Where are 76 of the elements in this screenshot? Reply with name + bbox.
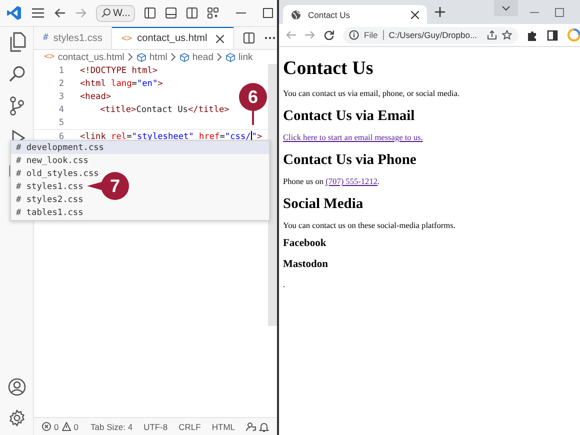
- chevron-right-icon: [217, 53, 222, 61]
- warning-icon[interactable]: [62, 422, 71, 431]
- editor-line: 3 <head>: [58, 90, 112, 103]
- files-icon[interactable]: [8, 32, 26, 52]
- section-heading: Contact Us via Phone: [283, 152, 418, 169]
- menu-icon[interactable]: [31, 7, 45, 19]
- feedback-icon[interactable]: [246, 422, 256, 432]
- chevron-down-icon: [502, 6, 510, 10]
- status-item[interactable]: HTML: [212, 422, 235, 432]
- editor-line: 2 <html lang="en">: [58, 78, 163, 90]
- breadcrumb[interactable]: link: [226, 52, 253, 62]
- close-icon[interactable]: [411, 10, 419, 18]
- editor-line: 1 <!DOCTYPE html>: [58, 64, 158, 77]
- panel-layout-icon[interactable]: [165, 7, 178, 19]
- bell-icon[interactable]: [259, 422, 269, 432]
- phone-link[interactable]: (707) 555-1212: [326, 177, 378, 186]
- command-center[interactable]: W...: [96, 4, 136, 22]
- globe-icon: [291, 10, 301, 20]
- side-panel-icon[interactable]: [547, 30, 558, 40]
- scrollbar[interactable]: [268, 64, 277, 326]
- new-tab-icon[interactable]: [435, 7, 445, 17]
- suggestion-item[interactable]: # styles2.css: [16, 194, 84, 204]
- chevron-right-icon: [171, 53, 176, 61]
- editor-line: 5: [58, 116, 64, 129]
- status-item[interactable]: UTF-8: [144, 422, 168, 432]
- suggestion-item[interactable]: # tables1.css: [16, 208, 84, 218]
- suggestion-item[interactable]: # styles1.css: [16, 182, 84, 192]
- email-link[interactable]: Click here to start an email message to us.: [283, 133, 423, 142]
- paragraph: You can contact us via email, phone, or social media.: [283, 89, 461, 98]
- suggestion-item[interactable]: # old_styles.css: [16, 168, 99, 178]
- breadcrumb[interactable]: head: [180, 52, 214, 62]
- more-actions-icon[interactable]: [264, 36, 276, 40]
- breadcrumb[interactable]: html: [137, 52, 168, 62]
- split-layout-icon[interactable]: [186, 7, 198, 19]
- cube-icon: [226, 52, 236, 62]
- address-bar[interactable]: File C:/Users/Guy/Dropbo...: [343, 26, 518, 44]
- suggestion-item[interactable]: # new_look.css: [16, 156, 88, 166]
- editor-tab[interactable]: <> contact_us.html: [112, 27, 234, 49]
- chevron-right-icon: [128, 53, 134, 61]
- cube-icon: [137, 52, 146, 62]
- profile-avatar-icon[interactable]: [567, 28, 580, 42]
- vscode-logo-icon: [6, 5, 22, 21]
- html-file-icon: <>: [121, 34, 132, 44]
- sidebar-layout-icon[interactable]: [144, 7, 156, 19]
- paragraph: You can contact us on these social-media platforms.: [283, 221, 456, 230]
- css-file-icon: #: [43, 33, 48, 43]
- search-icon[interactable]: [8, 65, 26, 83]
- paragraph: .: [283, 280, 286, 289]
- section-heading: Contact Us via Email: [283, 108, 416, 125]
- breadcrumb[interactable]: <> contact_us.html: [44, 52, 124, 62]
- subheading: Facebook: [283, 238, 328, 249]
- split-editor-icon[interactable]: [243, 32, 256, 44]
- puzzle-icon[interactable]: [527, 30, 538, 40]
- editor-line: 4 <title>Contact Us</title>: [58, 104, 230, 116]
- account-icon[interactable]: [8, 378, 26, 396]
- reload-icon[interactable]: [324, 30, 334, 40]
- settings-icon[interactable]: [8, 409, 26, 427]
- error-count[interactable]: 0: [54, 422, 59, 432]
- status-item[interactable]: CRLF: [178, 422, 201, 432]
- subheading: Mastodon: [283, 259, 329, 270]
- back-arrow-icon[interactable]: [54, 7, 66, 19]
- paragraph: Phone us on (707) 555-1212.: [283, 177, 381, 186]
- error-icon[interactable]: [42, 422, 51, 431]
- tab-search-button[interactable]: [494, 0, 518, 16]
- section-heading: Social Media: [283, 196, 364, 213]
- search-icon: [101, 8, 111, 18]
- close-icon[interactable]: [216, 34, 224, 42]
- page-heading: Contact Us: [283, 58, 374, 80]
- warning-count[interactable]: 0: [74, 422, 78, 432]
- maximize-icon[interactable]: [263, 8, 274, 18]
- cube-icon: [180, 52, 190, 62]
- customize-layout-icon[interactable]: [207, 7, 220, 19]
- source-control-icon[interactable]: [8, 96, 24, 116]
- browser-tab[interactable]: Contact Us: [283, 5, 427, 24]
- status-item[interactable]: Tab Size: 4: [90, 422, 133, 432]
- html-file-icon: <>: [44, 52, 55, 62]
